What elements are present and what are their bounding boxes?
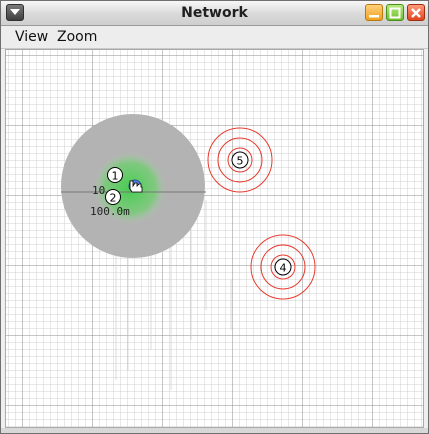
node-4[interactable]: 4 [274,258,292,276]
node-1-label: 1 [112,170,119,183]
network-map[interactable]: 1 2 10 100.0m 5 4 [6,50,424,428]
status-strip [1,428,428,433]
distance-label: 100.0m [90,205,130,218]
node-4-label: 4 [280,262,287,275]
menu-bar: View Zoom [1,26,428,49]
title-bar[interactable]: Network [1,1,428,26]
close-icon [411,8,421,18]
minimize-button[interactable] [365,4,383,21]
node-5[interactable]: 5 [231,151,249,169]
distance-label-partial: 10 [92,184,105,197]
maximize-button[interactable] [386,4,404,21]
node-1[interactable]: 1 [107,167,123,183]
network-canvas[interactable]: 1 2 10 100.0m 5 4 [5,49,424,428]
menu-zoom[interactable]: Zoom [57,29,97,45]
close-button[interactable] [407,4,425,21]
minimize-icon [369,15,379,18]
menu-view[interactable]: View [15,29,48,45]
node-2[interactable]: 2 [105,189,121,205]
network-window: Network View Zoom 1 2 10 100.0m 5 4 [0,0,429,434]
node-5-label: 5 [237,155,244,168]
node-2-label: 2 [110,192,117,205]
maximize-icon [389,7,401,19]
window-title: Network [181,5,248,21]
grid [6,50,423,427]
